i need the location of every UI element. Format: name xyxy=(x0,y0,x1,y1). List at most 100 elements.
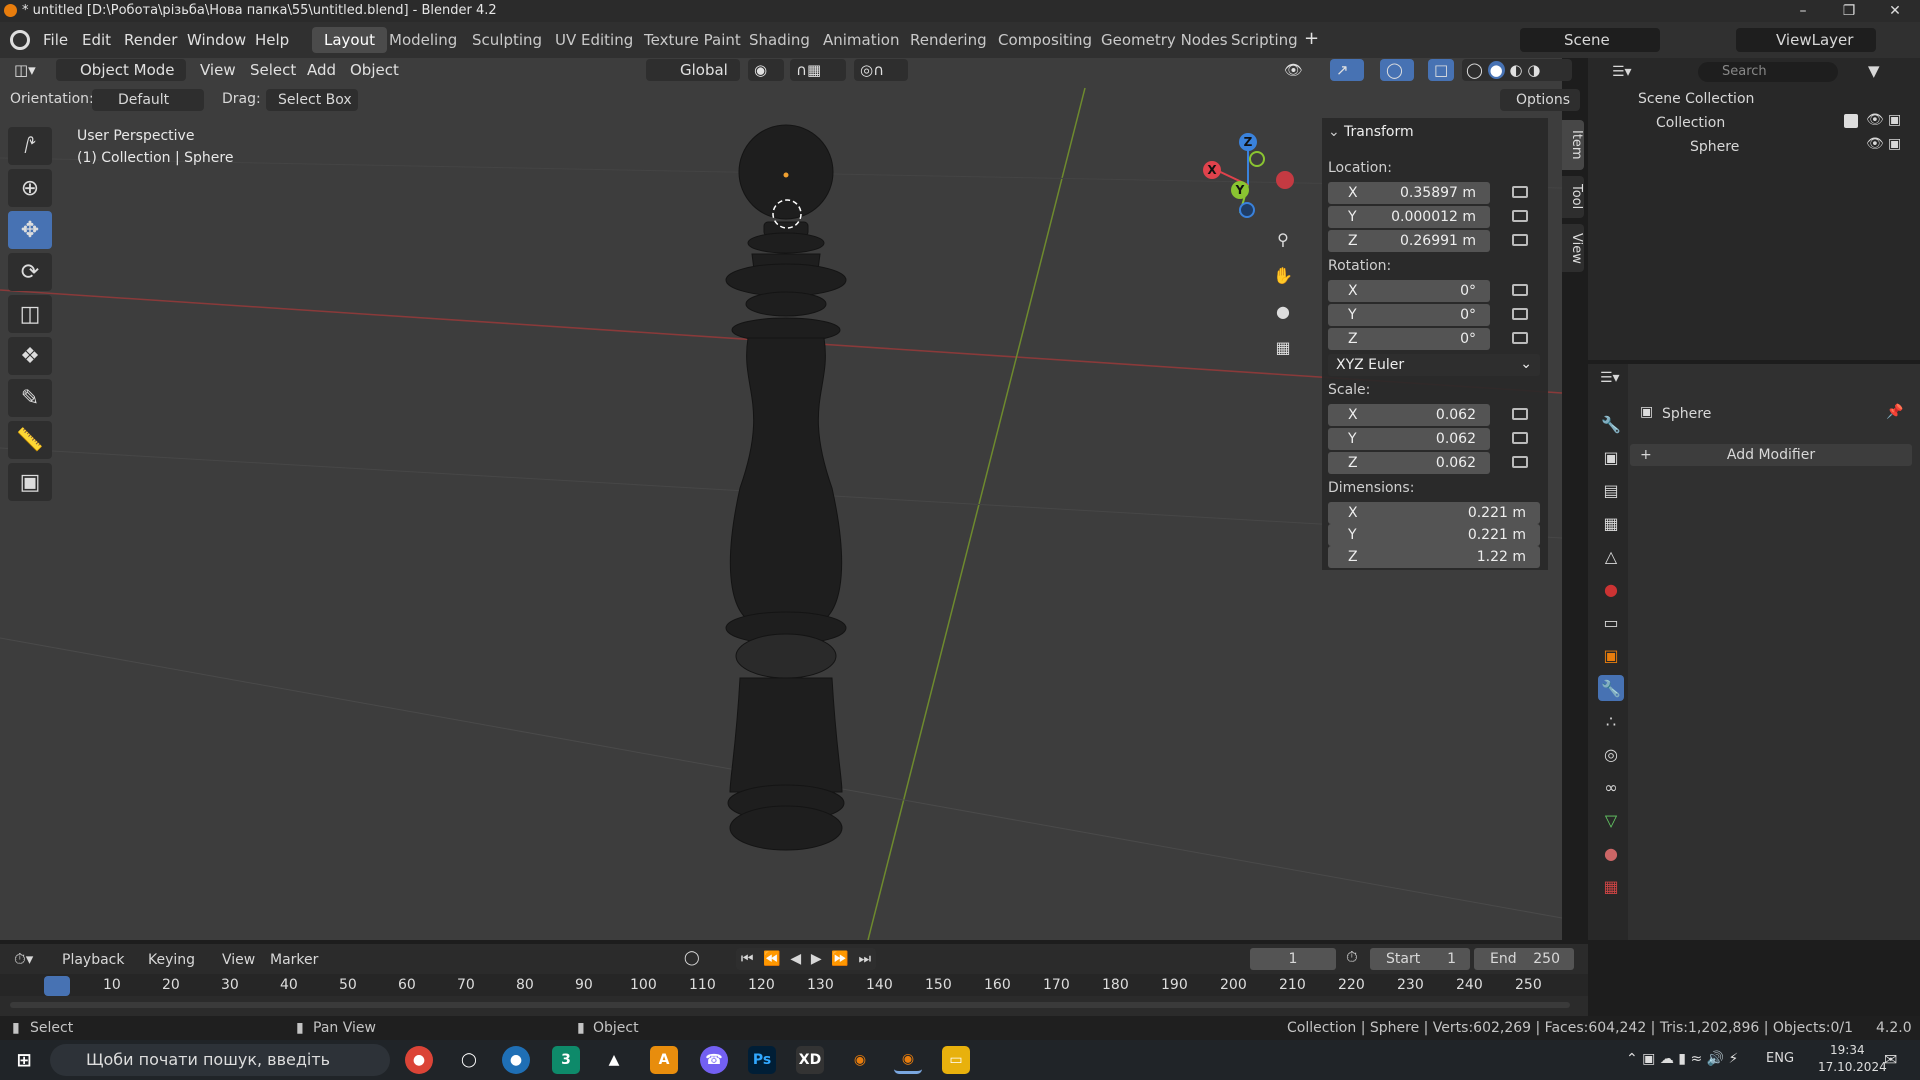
taskbar-time[interactable]: 19:34 xyxy=(1830,1043,1865,1057)
tab-layout[interactable]: Layout xyxy=(312,27,387,53)
lock-icon[interactable] xyxy=(1512,432,1528,444)
lock-icon[interactable] xyxy=(1512,234,1528,246)
keying-menu[interactable]: Keying xyxy=(148,952,195,968)
object-mode-dropdown[interactable]: Object Mode xyxy=(56,59,186,81)
lock-icon[interactable] xyxy=(1512,186,1528,198)
scene-icon[interactable]: △ xyxy=(1598,543,1624,569)
play-icon[interactable]: ▶ xyxy=(811,951,822,967)
dimensions-y-field[interactable]: Y 0.221 m xyxy=(1328,524,1540,546)
rotation-x-field[interactable]: X 0° xyxy=(1328,280,1490,302)
rotate-tool-icon[interactable]: ⟳ xyxy=(8,253,52,291)
blender-menu-icon[interactable] xyxy=(10,30,30,50)
gizmo-x-axis[interactable]: X xyxy=(1203,161,1221,179)
transform-tool-icon[interactable]: ❖ xyxy=(8,337,52,375)
rotation-z-field[interactable]: Z 0° xyxy=(1328,328,1490,350)
dimensions-x-field[interactable]: X 0.221 m xyxy=(1328,502,1540,524)
rotation-mode-dropdown[interactable]: XYZ Euler ⌄ xyxy=(1328,354,1540,376)
notifications-icon[interactable]: ✉ xyxy=(1884,1050,1897,1069)
tab-modeling[interactable]: Modeling xyxy=(377,27,469,53)
render-icon[interactable]: ▣ xyxy=(1598,444,1624,470)
transform-orientation-dropdown[interactable]: Global xyxy=(646,59,740,81)
view-layer-icon[interactable]: ▦ xyxy=(1598,510,1624,536)
start-frame-field[interactable]: Start 1 xyxy=(1370,948,1470,970)
taskbar-search-input[interactable]: Щоби почати пошук, введіть xyxy=(50,1044,390,1076)
app-icon[interactable]: ▲ xyxy=(600,1046,628,1074)
location-y-field[interactable]: Y 0.000012 m xyxy=(1328,206,1490,228)
menu-select[interactable]: Select xyxy=(250,59,296,81)
auto-keying-icon[interactable]: ◯ xyxy=(684,950,700,966)
pin-icon[interactable]: 📌 xyxy=(1886,404,1903,420)
material-icon[interactable]: ● xyxy=(1598,840,1624,866)
windows-start-icon[interactable]: ⊞ xyxy=(10,1046,38,1074)
texture-icon[interactable]: ▦ xyxy=(1598,873,1624,899)
end-frame-field[interactable]: End 250 xyxy=(1474,948,1574,970)
tray-icons[interactable]: ⌃ ▣ ☁ ▮ ≈ 🔊 ⚡ xyxy=(1626,1051,1738,1067)
add-modifier-button[interactable]: + Add Modifier xyxy=(1630,444,1912,466)
constraints-icon[interactable]: ∞ xyxy=(1598,774,1624,800)
gizmo-y-axis[interactable]: Y xyxy=(1231,181,1249,199)
xray-toggle-icon[interactable]: □ xyxy=(1428,59,1454,81)
current-frame-field[interactable]: 1 xyxy=(1250,948,1336,970)
gizmo-z-axis[interactable]: Z xyxy=(1239,133,1257,151)
lock-icon[interactable] xyxy=(1512,408,1528,420)
menu-edit[interactable]: Edit xyxy=(82,31,111,49)
annotate-tool-icon[interactable]: ✎ xyxy=(8,379,52,417)
tab-compositing[interactable]: Compositing xyxy=(986,27,1104,53)
camera-icon[interactable]: ▣ xyxy=(1888,136,1901,152)
menu-help[interactable]: Help xyxy=(255,31,289,49)
scene-collection-label[interactable]: Scene Collection xyxy=(1638,91,1754,107)
location-z-field[interactable]: Z 0.26991 m xyxy=(1328,230,1490,252)
zoom-icon[interactable]: ⚲ xyxy=(1270,226,1296,252)
camera-view-icon[interactable]: ● xyxy=(1270,298,1296,324)
tab-item[interactable]: Item xyxy=(1562,120,1584,170)
output-icon[interactable]: ▤ xyxy=(1598,477,1624,503)
lock-icon[interactable] xyxy=(1512,456,1528,468)
particles-icon[interactable]: ∴ xyxy=(1598,708,1624,734)
chrome-icon[interactable]: ● xyxy=(405,1046,433,1074)
outliner-editor-icon[interactable]: ☰▾ xyxy=(1612,64,1652,80)
rendered-shading-icon[interactable]: ◑ xyxy=(1527,61,1540,79)
prev-keyframe-icon[interactable]: ⏪ xyxy=(763,951,780,967)
visibility-icon[interactable]: 👁 xyxy=(1284,59,1324,81)
tab-geometry-nodes[interactable]: Geometry Nodes xyxy=(1089,27,1240,53)
scale-z-field[interactable]: Z 0.062 xyxy=(1328,452,1490,474)
modifier-wrench-icon[interactable]: 🔧 xyxy=(1598,675,1624,701)
jump-start-icon[interactable]: ⏮ xyxy=(741,951,754,967)
checkbox-icon[interactable] xyxy=(1844,114,1858,128)
editor-type-icon[interactable]: ◫▾ xyxy=(14,59,48,81)
eye-icon[interactable]: 👁 xyxy=(1866,112,1884,128)
close-button[interactable]: ✕ xyxy=(1872,0,1918,22)
orientation-dropdown[interactable]: Default xyxy=(92,89,204,111)
tab-scripting[interactable]: Scripting xyxy=(1219,27,1310,53)
scene-selector[interactable]: Scene xyxy=(1520,28,1660,52)
tab-rendering[interactable]: Rendering xyxy=(898,27,999,53)
collapse-chevron-icon[interactable]: ⌄ xyxy=(1328,124,1340,140)
timeline-editor-icon[interactable]: ⏱▾ xyxy=(14,950,33,968)
language-indicator[interactable]: ENG xyxy=(1766,1051,1794,1066)
snap-icon[interactable]: ∩▦ xyxy=(790,59,846,81)
gizmo-neg-z-axis[interactable] xyxy=(1239,202,1255,218)
select-box-tool-icon[interactable]: ⭚ xyxy=(8,127,52,165)
move-tool-icon[interactable]: ✥ xyxy=(8,211,52,249)
rotation-y-field[interactable]: Y 0° xyxy=(1328,304,1490,326)
timeline-scrollbar[interactable] xyxy=(10,1002,1570,1008)
menu-add[interactable]: Add xyxy=(307,59,336,81)
data-icon[interactable]: ▽ xyxy=(1598,807,1624,833)
tab-shading[interactable]: Shading xyxy=(737,27,822,53)
measure-tool-icon[interactable]: 📏 xyxy=(8,421,52,459)
app-icon[interactable]: A xyxy=(650,1046,678,1074)
playback-menu[interactable]: Playback xyxy=(62,952,124,968)
shading-mode-buttons[interactable]: ◯ ● ◐ ◑ xyxy=(1462,59,1572,81)
perspective-grid-icon[interactable]: ▦ xyxy=(1270,334,1296,360)
scale-y-field[interactable]: Y 0.062 xyxy=(1328,428,1490,450)
tab-animation[interactable]: Animation xyxy=(811,27,911,53)
xd-icon[interactable]: XD xyxy=(796,1046,824,1074)
outliner-search-input[interactable]: Search xyxy=(1698,62,1838,82)
tab-uv-editing[interactable]: UV Editing xyxy=(543,27,645,53)
dimensions-z-field[interactable]: Z 1.22 m xyxy=(1328,546,1540,568)
blender-taskbar-icon[interactable]: ◉ xyxy=(846,1046,874,1074)
gizmo-neg-y-axis[interactable] xyxy=(1249,151,1265,167)
tab-view[interactable]: View xyxy=(1562,224,1584,272)
gizmo-neg-x-axis[interactable] xyxy=(1276,171,1294,189)
play-reverse-icon[interactable]: ◀ xyxy=(790,951,801,967)
